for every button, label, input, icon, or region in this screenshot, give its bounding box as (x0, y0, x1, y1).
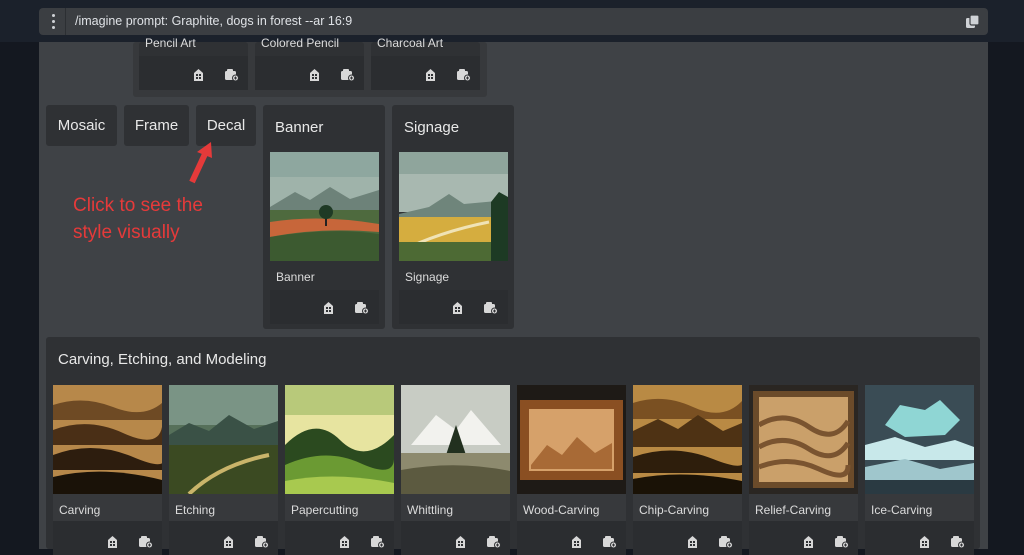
prompt-divider (65, 8, 66, 35)
tile-label: Chip-Carving (639, 503, 710, 517)
camera-icon[interactable] (602, 535, 617, 548)
building-icon[interactable] (307, 68, 322, 81)
building-icon[interactable] (450, 301, 465, 314)
tile-label: Ice-Carving (871, 503, 933, 517)
prompt-text[interactable]: /imagine prompt: Graphite, dogs in fores… (75, 14, 352, 28)
tile-label: Etching (175, 503, 216, 517)
card-title: Signage (404, 119, 460, 136)
building-icon[interactable] (801, 535, 816, 548)
building-icon[interactable] (569, 535, 584, 548)
annotation-text: Click to see the style visually (73, 192, 203, 246)
camera-icon[interactable] (950, 535, 965, 548)
tile-charcoal-art[interactable]: Charcoal Art (371, 36, 480, 90)
building-icon[interactable] (917, 535, 932, 548)
camera-icon[interactable] (354, 301, 369, 314)
papercutting-thumbnail[interactable] (285, 385, 394, 494)
tile-label: Colored Pencil (261, 36, 340, 50)
annotation-line-2: style visually (73, 222, 180, 243)
building-icon[interactable] (105, 535, 120, 548)
tile-wood-carving[interactable]: Wood-Carving (517, 385, 626, 555)
camera-icon[interactable] (483, 301, 498, 314)
ice-carving-thumbnail[interactable] (865, 385, 974, 494)
card-title: Banner (275, 119, 324, 136)
tile-etching[interactable]: Etching (169, 385, 278, 555)
tile-pencil-art[interactable]: Pencil Art (139, 36, 248, 90)
tile-label: Charcoal Art (377, 36, 444, 50)
carving-thumbnail[interactable] (53, 385, 162, 494)
whittling-thumbnail[interactable] (401, 385, 510, 494)
camera-icon[interactable] (254, 535, 269, 548)
tile-label: Carving (59, 503, 101, 517)
camera-icon[interactable] (224, 68, 239, 81)
building-icon[interactable] (321, 301, 336, 314)
tile-label: Wood-Carving (523, 503, 600, 517)
etching-thumbnail[interactable] (169, 385, 278, 494)
camera-icon[interactable] (718, 535, 733, 548)
annotation-arrow (189, 142, 212, 184)
building-icon[interactable] (685, 535, 700, 548)
tile-label: Pencil Art (145, 36, 196, 50)
banner-tile-label: Banner (276, 270, 315, 284)
signage-tile-label: Signage (405, 270, 450, 284)
wood-carving-thumbnail[interactable] (517, 385, 626, 494)
tile-label: Papercutting (291, 503, 359, 517)
camera-icon[interactable] (486, 535, 501, 548)
annotation-line-1: Click to see the (73, 195, 203, 216)
relief-carving-thumbnail[interactable] (749, 385, 858, 494)
building-icon[interactable] (337, 535, 352, 548)
tile-colored-pencil[interactable]: Colored Pencil (255, 36, 364, 90)
camera-icon[interactable] (834, 535, 849, 548)
building-icon[interactable] (221, 535, 236, 548)
tile-label: Whittling (407, 503, 454, 517)
copy-icon[interactable] (965, 14, 980, 29)
tile-ice-carving[interactable]: Ice-Carving (865, 385, 974, 555)
building-icon[interactable] (423, 68, 438, 81)
chip-carving-thumbnail[interactable] (633, 385, 742, 494)
camera-icon[interactable] (138, 535, 153, 548)
signage-thumbnail[interactable] (399, 152, 508, 261)
camera-icon[interactable] (370, 535, 385, 548)
section-title: Carving, Etching, and Modeling (58, 351, 267, 368)
building-icon[interactable] (191, 68, 206, 81)
tile-chip-carving[interactable]: Chip-Carving (633, 385, 742, 555)
tile-whittling[interactable]: Whittling (401, 385, 510, 555)
tile-papercutting[interactable]: Papercutting (285, 385, 394, 555)
tile-carving[interactable]: Carving (53, 385, 162, 555)
mosaic-button[interactable]: Mosaic (46, 105, 117, 146)
carving-section: Carving, Etching, and Modeling Carving E… (46, 337, 980, 555)
vertical-dots-icon[interactable] (49, 14, 57, 29)
tile-relief-carving[interactable]: Relief-Carving (749, 385, 858, 555)
tile-label: Relief-Carving (755, 503, 832, 517)
frame-button[interactable]: Frame (124, 105, 189, 146)
camera-icon[interactable] (456, 68, 471, 81)
banner-thumbnail[interactable] (270, 152, 379, 261)
camera-icon[interactable] (340, 68, 355, 81)
prompt-bar[interactable]: /imagine prompt: Graphite, dogs in fores… (39, 8, 988, 35)
building-icon[interactable] (453, 535, 468, 548)
